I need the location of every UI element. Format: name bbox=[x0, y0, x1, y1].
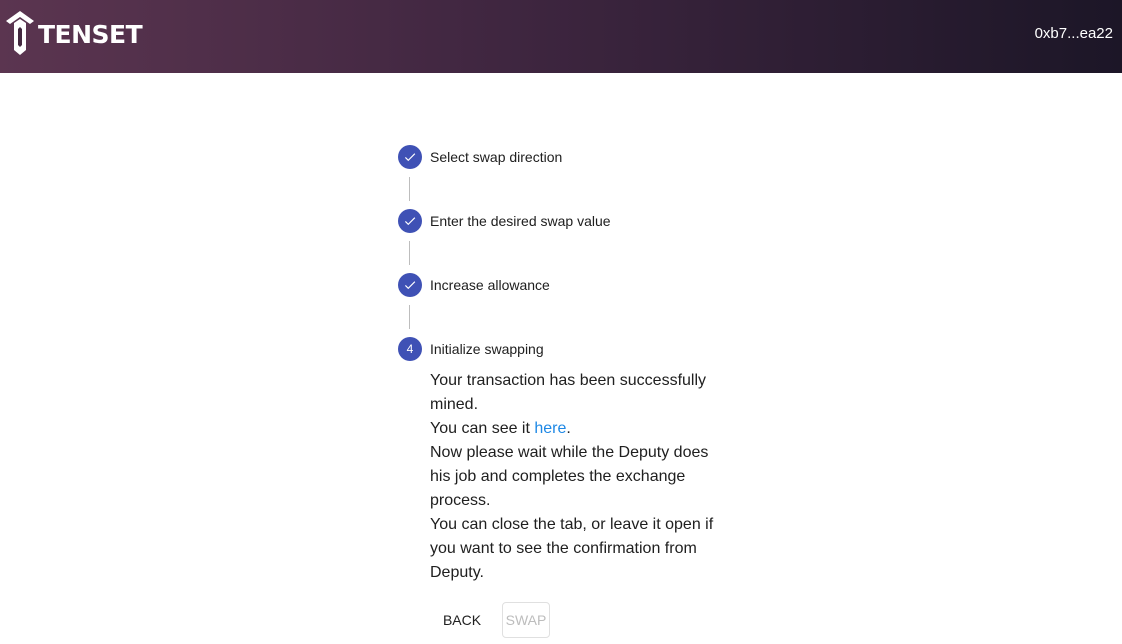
transaction-link-line: You can see it here. bbox=[430, 417, 730, 441]
step-increase-allowance: Increase allowance bbox=[398, 273, 738, 297]
back-button[interactable]: BACK bbox=[430, 602, 494, 638]
tenset-logo-icon bbox=[6, 11, 34, 55]
logo-text: TENSET bbox=[38, 19, 143, 49]
step-label: Select swap direction bbox=[430, 149, 563, 165]
swap-stepper: Select swap direction Enter the desired … bbox=[398, 145, 738, 638]
step-enter-value: Enter the desired swap value bbox=[398, 209, 738, 233]
step-connector bbox=[409, 177, 410, 201]
step-connector bbox=[409, 241, 410, 265]
wallet-address[interactable]: 0xb7...ea22 bbox=[1035, 25, 1113, 42]
app-header: TENSET 0xb7...ea22 bbox=[0, 0, 1122, 73]
check-icon bbox=[398, 145, 422, 169]
step-number-badge: 4 bbox=[398, 337, 422, 361]
step-actions: BACK SWAP bbox=[430, 602, 738, 638]
tenset-logo[interactable]: TENSET bbox=[3, 9, 143, 57]
step-content: Your transaction has been successfully m… bbox=[430, 369, 730, 585]
check-icon bbox=[398, 209, 422, 233]
close-tab-message: You can close the tab, or leave it open … bbox=[430, 516, 714, 581]
swap-button[interactable]: SWAP bbox=[502, 602, 550, 638]
success-message: Your transaction has been successfully m… bbox=[430, 372, 707, 413]
step-connector bbox=[409, 305, 410, 329]
step-label: Enter the desired swap value bbox=[430, 213, 611, 229]
step-number: 4 bbox=[406, 342, 414, 356]
step-label: Increase allowance bbox=[430, 277, 550, 293]
link-suffix: . bbox=[566, 420, 571, 437]
check-icon bbox=[398, 273, 422, 297]
step-label: Initialize swapping bbox=[430, 341, 544, 357]
step-select-direction: Select swap direction bbox=[398, 145, 738, 169]
step-initialize-swapping: 4 Initialize swapping bbox=[398, 337, 738, 361]
link-prefix: You can see it bbox=[430, 420, 535, 437]
transaction-link[interactable]: here bbox=[534, 420, 566, 437]
wait-message: Now please wait while the Deputy does hi… bbox=[430, 444, 709, 509]
